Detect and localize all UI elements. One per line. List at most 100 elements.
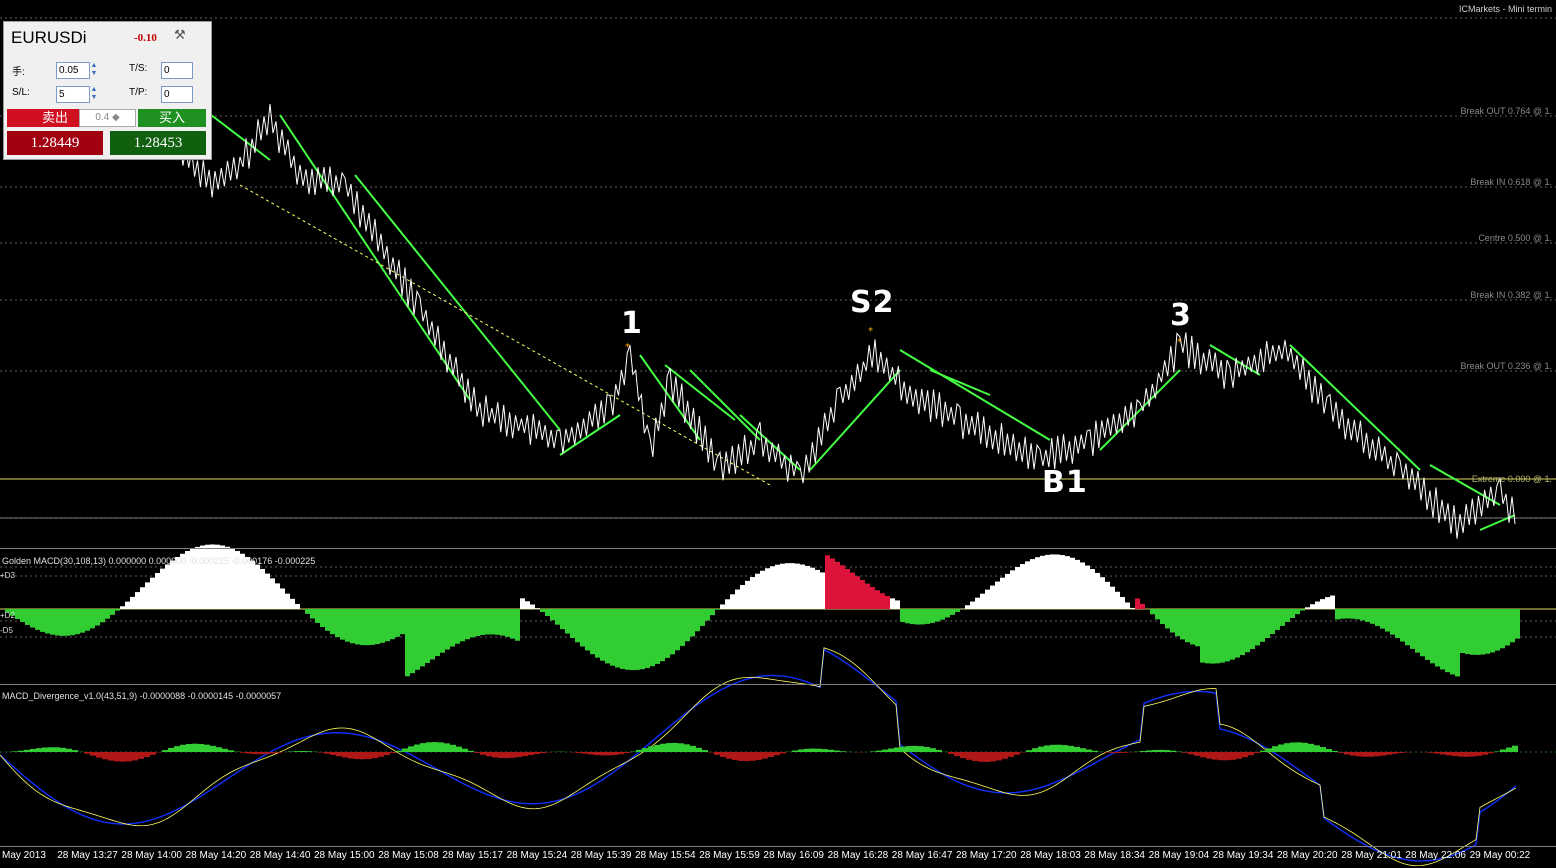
macd-bar — [1365, 609, 1370, 622]
macd-bar — [405, 609, 410, 677]
divergence-bar — [948, 752, 954, 754]
divergence-bar — [114, 752, 120, 762]
macd-bar — [625, 609, 630, 670]
macd-bar — [70, 609, 75, 636]
lots-input[interactable]: 0.05 — [56, 62, 90, 79]
tp-input[interactable]: 0 — [161, 86, 193, 103]
tp-label: T/P: — [129, 87, 148, 98]
time-tick: May 2013 — [2, 850, 46, 861]
lot-step-select[interactable]: 0.4 ◆ — [79, 109, 136, 127]
macd-bar — [955, 609, 960, 612]
macd-bar — [280, 588, 285, 609]
macd-bar — [900, 609, 905, 623]
macd-bar — [1015, 567, 1020, 609]
macd-bar — [1305, 607, 1310, 609]
divergence-bar — [1158, 749, 1164, 752]
macd-bar — [290, 598, 295, 609]
divergence-bar — [978, 752, 984, 762]
buy-button[interactable]: 买入 — [138, 109, 206, 127]
divergence-bar — [540, 752, 546, 754]
macd-bar — [895, 600, 900, 609]
macd-bar — [1295, 609, 1300, 615]
divergence-bar — [1476, 752, 1482, 756]
macd-bar — [855, 576, 860, 609]
macd-bar — [1095, 572, 1100, 609]
golden-macd-label: Golden MACD(30,108,13) 0.000000 0.000000… — [2, 556, 316, 566]
divergence-bar — [48, 747, 54, 752]
macd-bar — [1020, 564, 1025, 609]
macd-bar — [210, 544, 215, 609]
lots-spinner-icon[interactable]: ▲ ▼ — [89, 62, 99, 79]
macd-bar — [1350, 609, 1355, 619]
time-tick: 28 May 16:28 — [827, 850, 889, 861]
ask-price[interactable]: 1.28453 — [110, 131, 206, 155]
divergence-bar — [816, 748, 822, 752]
divergence-bar — [102, 752, 108, 760]
macd-bar — [325, 609, 330, 631]
divergence-bar — [384, 752, 390, 756]
divergence-bar — [1266, 748, 1272, 752]
divergence-bar — [1434, 752, 1440, 754]
macd-bar — [1345, 609, 1350, 619]
macd-bar — [255, 564, 260, 609]
macd-bar — [1070, 557, 1075, 609]
divergence-bar — [66, 748, 72, 752]
macd-bar — [355, 609, 360, 645]
divergence-bar — [1272, 746, 1278, 752]
one-click-trading-panel[interactable]: EURUSDi -0.10 ⚒ 手: 0.05 ▲ ▼ T/S: 0 S/L: 5… — [3, 21, 212, 160]
divergence-bar — [1002, 752, 1008, 759]
divergence-bar — [42, 747, 48, 752]
macd-bar — [170, 560, 175, 609]
macd-bar — [1090, 569, 1095, 609]
macd-bar — [700, 609, 705, 626]
macd-bar — [1500, 609, 1505, 649]
macd-bar — [810, 567, 815, 609]
divergence-bar — [1302, 742, 1308, 752]
divergence-bar — [336, 752, 342, 757]
panel-separator[interactable] — [0, 684, 1556, 685]
sl-spinner-icon[interactable]: ▲ ▼ — [89, 86, 99, 103]
divergence-bar — [246, 752, 252, 754]
ts-input[interactable]: 0 — [161, 62, 193, 79]
macd-bar — [1515, 609, 1520, 639]
macd-bar — [930, 609, 935, 623]
price-chart[interactable]: * * * — [0, 0, 1556, 868]
macd-bar — [1195, 609, 1200, 647]
annotation-3: 3 — [1170, 298, 1192, 333]
time-tick: 28 May 19:04 — [1148, 850, 1210, 861]
macd-bar — [840, 565, 845, 609]
divergence-bar — [780, 752, 786, 754]
macd-bar — [785, 563, 790, 609]
divergence-bar — [906, 746, 912, 752]
time-tick: 28 May 21:01 — [1341, 850, 1402, 861]
macd-bar — [55, 609, 60, 636]
divergence-bar — [480, 752, 486, 755]
macd-bar — [360, 609, 365, 646]
tools-icon[interactable]: ⚒ — [174, 27, 186, 43]
macd-bar — [1450, 609, 1455, 675]
divergence-bar — [750, 752, 756, 761]
macd-bar — [790, 563, 795, 609]
macd-bar — [380, 609, 385, 643]
macd-bar — [1220, 609, 1225, 663]
panel-separator[interactable] — [0, 548, 1556, 549]
lots-label: 手: — [12, 67, 25, 78]
divergence-bar — [1008, 752, 1014, 757]
divergence-bar — [240, 752, 246, 753]
macd-bar — [120, 606, 125, 609]
macd-bar — [590, 609, 595, 655]
bid-price[interactable]: 1.28449 — [7, 131, 103, 155]
level-lines — [0, 17, 1556, 753]
sl-input[interactable]: 5 — [56, 86, 90, 103]
macd-bar — [975, 597, 980, 609]
divergence-bar — [216, 747, 222, 752]
divergence-bar — [342, 752, 348, 758]
macd-bar — [1285, 609, 1290, 622]
macd-bar — [965, 605, 970, 609]
macd-bar — [145, 582, 150, 609]
divergence-bar — [1512, 745, 1518, 752]
divergence-bar — [912, 745, 918, 752]
macd-bar — [665, 609, 670, 658]
macd-bar — [1385, 609, 1390, 632]
divergence-bar — [588, 752, 594, 755]
